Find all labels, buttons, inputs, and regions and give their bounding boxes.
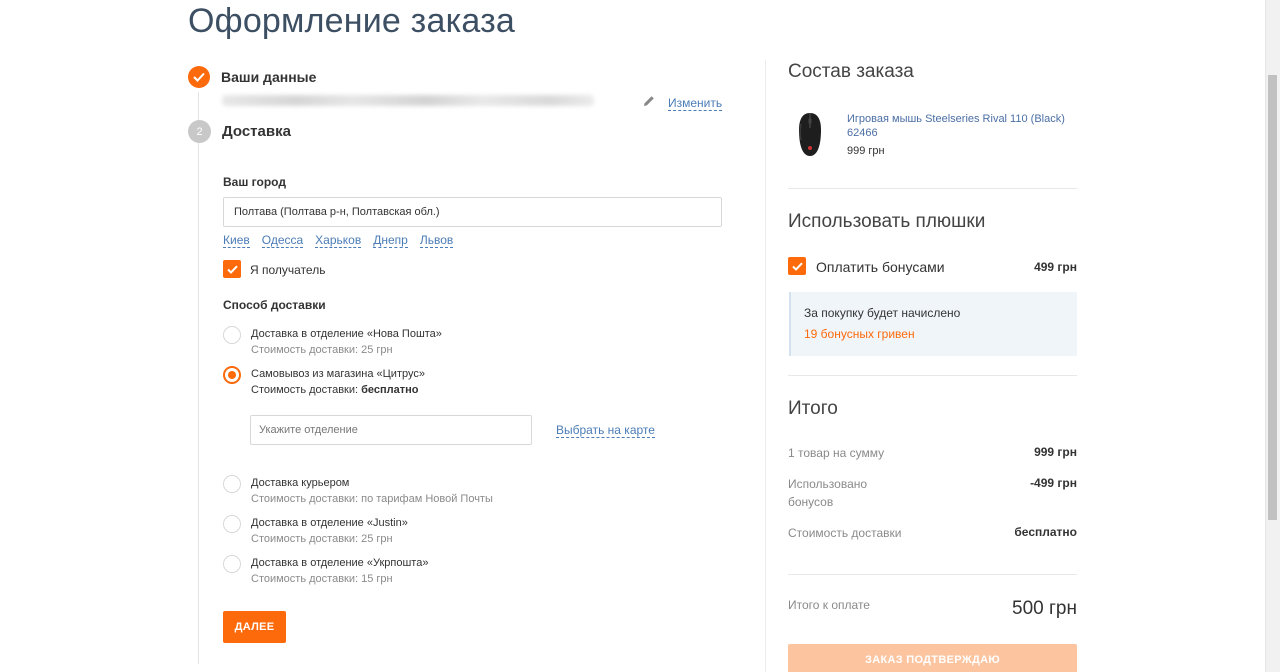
city-input[interactable]: Полтава (Полтава р-н, Полтавская обл.) [223, 197, 722, 227]
delivery-option-title: Доставка курьером [251, 477, 350, 489]
step2-title: Доставка [222, 123, 291, 140]
product-name-link[interactable]: Игровая мышь Steelseries Rival 110 (Blac… [847, 112, 1077, 140]
column-divider [765, 60, 766, 672]
recipient-checkbox[interactable] [223, 260, 241, 278]
product-price: 999 грн [847, 145, 885, 157]
step2-number: 2 [188, 120, 211, 143]
bonus-info-text: За покупку будет начислено [804, 306, 961, 320]
customer-data-blurred [222, 95, 594, 106]
divider [788, 574, 1077, 575]
mouse-product-image[interactable] [797, 112, 823, 157]
delivery-option-title: Доставка в отделение «Укрпошта» [251, 557, 429, 569]
city-link-lvov[interactable]: Львов [419, 233, 454, 248]
order-title: Состав заказа [788, 61, 914, 82]
confirm-order-button[interactable]: ЗАКАЗ ПОДТВЕРЖДАЮ [788, 644, 1077, 672]
total-row-label: Использовано бонусов [788, 477, 868, 509]
bonus-amount: 499 грн [1034, 260, 1077, 274]
total-row-value: бесплатно [1014, 525, 1077, 539]
total-title: Итого [788, 398, 838, 419]
steps-line [198, 92, 199, 664]
quick-city-links: Киев Одесса Харьков Днепр Львов [223, 233, 454, 248]
delivery-option-cost: Стоимость доставки: по тарифам Новой Поч… [251, 493, 493, 505]
delivery-option-cost: Стоимость доставки: бесплатно [251, 384, 419, 396]
city-label: Ваш город [223, 175, 286, 189]
step1-title: Ваши данные [221, 69, 317, 85]
total-row-label: 1 товар на сумму [788, 446, 885, 460]
scrollbar-thumb[interactable] [1268, 75, 1277, 520]
delivery-method-label: Способ доставки [223, 298, 326, 312]
total-row-value: -499 грн [1030, 476, 1077, 490]
total-pay-value: 500 грн [1012, 598, 1077, 619]
bonus-title: Использовать плюшки [788, 211, 986, 232]
pay-with-bonus-checkbox[interactable] [788, 257, 806, 275]
select-on-map-link[interactable]: Выбрать на карте [556, 423, 655, 438]
bonus-info-accent: 19 бонусных гривен [804, 327, 915, 341]
change-data-link[interactable]: Изменить [668, 96, 723, 111]
delivery-option-title: Доставка в отделение «Justin» [251, 517, 408, 529]
delivery-option-cost: Стоимость доставки: 15 грн [251, 573, 393, 585]
total-row-label: Стоимость доставки [788, 526, 902, 540]
pencil-icon[interactable] [642, 94, 656, 108]
city-link-kiev[interactable]: Киев [223, 233, 250, 248]
city-link-odessa[interactable]: Одесса [261, 233, 304, 248]
recipient-label: Я получатель [250, 263, 326, 277]
step-done-icon [188, 66, 210, 88]
divider [788, 375, 1077, 376]
delivery-radio-justin[interactable] [223, 515, 241, 533]
total-pay-label: Итого к оплате [788, 598, 870, 612]
next-button[interactable]: ДАЛЕЕ [223, 611, 286, 643]
divider [788, 188, 1077, 189]
delivery-radio-nova-poshta[interactable] [223, 326, 241, 344]
branch-input[interactable]: Укажите отделение [250, 415, 532, 445]
delivery-radio-ukrposhta[interactable] [223, 555, 241, 573]
city-link-dnepr[interactable]: Днепр [373, 233, 408, 248]
bonus-info-box [789, 292, 1077, 356]
delivery-option-cost: Стоимость доставки: 25 грн [251, 344, 393, 356]
delivery-radio-courier[interactable] [223, 475, 241, 493]
delivery-option-cost: Стоимость доставки: 25 грн [251, 533, 393, 545]
page-title: Оформление заказа [188, 2, 516, 40]
delivery-option-title: Доставка в отделение «Нова Пошта» [251, 328, 442, 340]
delivery-radio-citrus-pickup[interactable] [223, 366, 241, 384]
pay-with-bonus-label: Оплатить бонусами [816, 259, 945, 275]
total-row-value: 999 грн [1034, 445, 1077, 459]
delivery-option-title: Самовывоз из магазина «Цитрус» [251, 368, 425, 380]
city-link-kharkov[interactable]: Харьков [315, 233, 362, 248]
